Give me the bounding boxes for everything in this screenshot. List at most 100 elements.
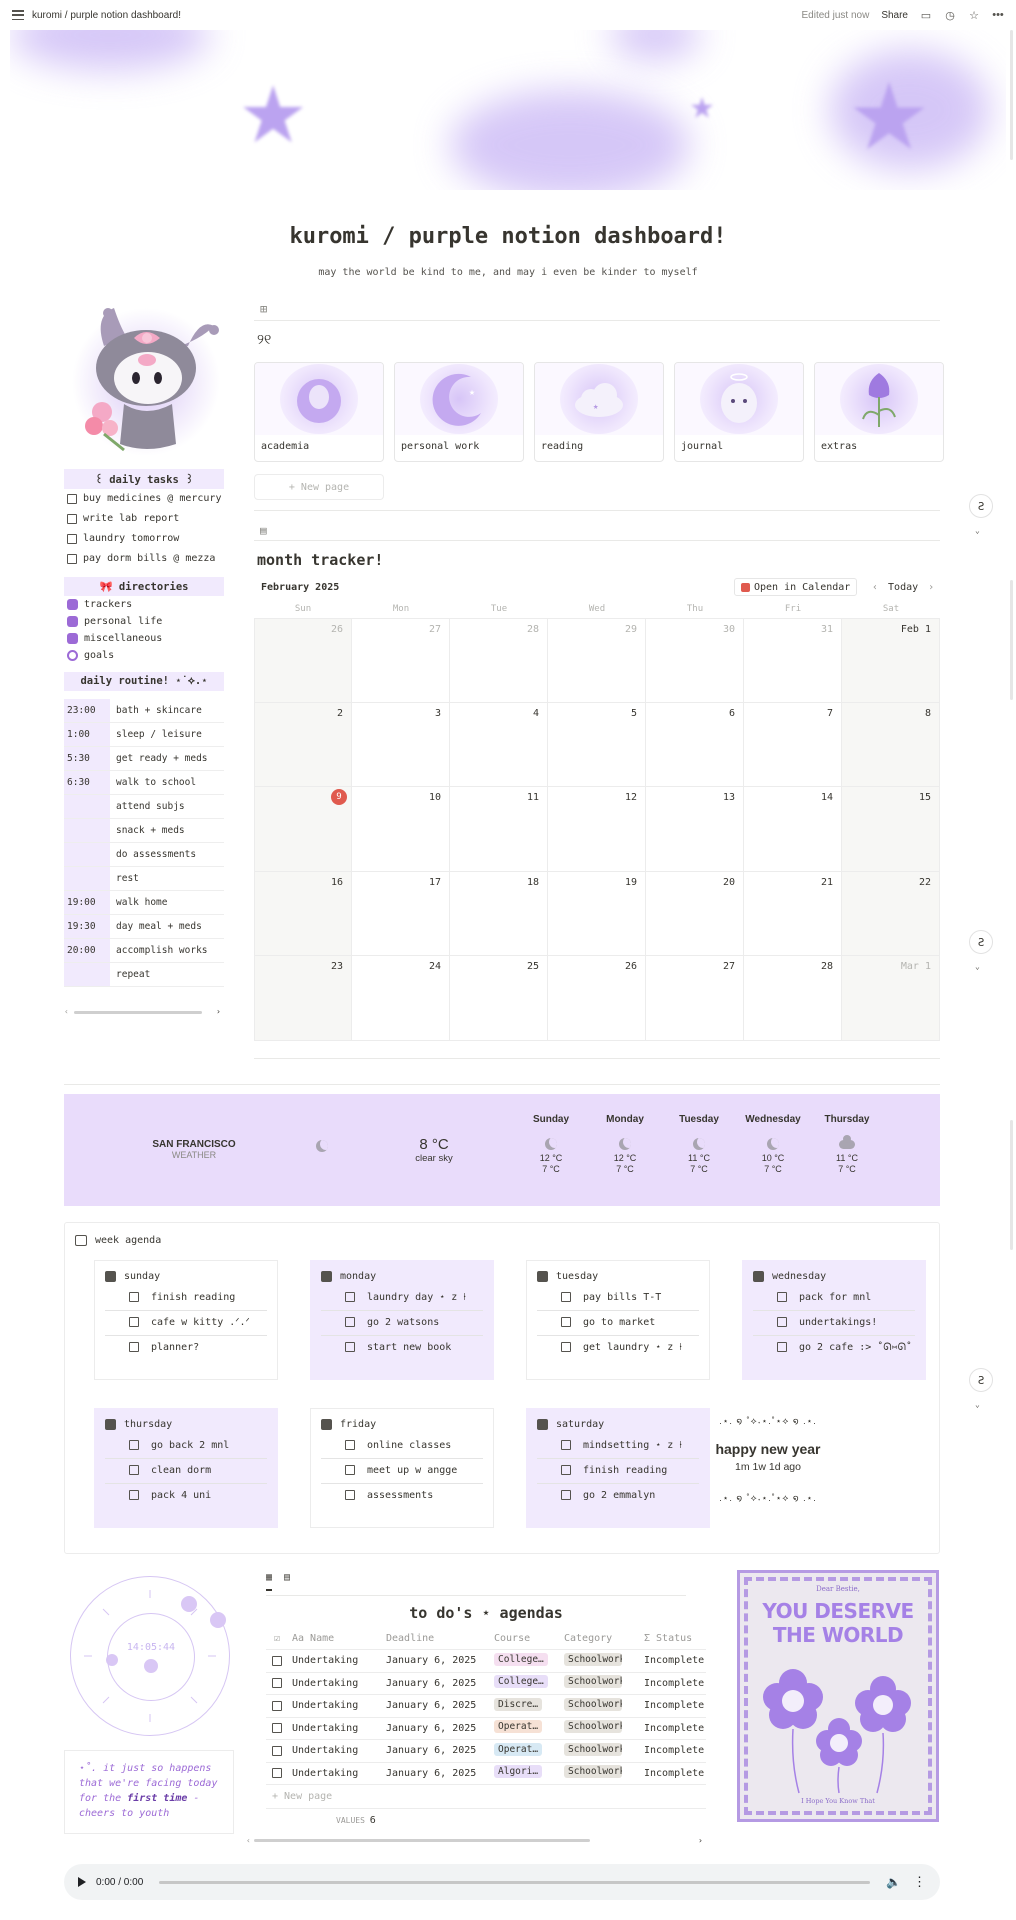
- more-icon[interactable]: •••: [992, 9, 1004, 21]
- horizontal-scrollbar[interactable]: ‹ ›: [64, 1007, 224, 1017]
- calendar-day[interactable]: 15: [842, 787, 940, 872]
- ai-assist-button[interactable]: Ƨ: [969, 494, 993, 518]
- menu-icon[interactable]: [12, 10, 24, 20]
- calendar-day[interactable]: 11: [450, 787, 548, 872]
- open-in-calendar-button[interactable]: Open in Calendar: [734, 578, 858, 596]
- calendar-day[interactable]: 12: [548, 787, 646, 872]
- calendar-day[interactable]: 31: [744, 618, 842, 703]
- calendar-day[interactable]: 17: [352, 871, 450, 957]
- calendar-day[interactable]: 3: [352, 702, 450, 788]
- prev-month-icon[interactable]: ‹: [872, 582, 878, 593]
- calendar-day[interactable]: 10: [352, 787, 450, 872]
- column-header[interactable]: Deadline: [382, 1633, 490, 1644]
- calendar-day[interactable]: 26: [548, 956, 646, 1041]
- agenda-checkbox[interactable]: [561, 1490, 571, 1500]
- column-header[interactable]: Aa Name: [288, 1633, 382, 1644]
- calendar-day[interactable]: Feb 1: [842, 618, 940, 703]
- calendar-day[interactable]: 14: [744, 787, 842, 872]
- calendar-view-icon[interactable]: ▤: [284, 1572, 290, 1591]
- gallery-card[interactable]: ★ reading: [534, 362, 664, 462]
- task-checkbox[interactable]: [67, 534, 77, 544]
- calendar-day[interactable]: 16: [254, 871, 352, 957]
- breadcrumb[interactable]: kuromi / purple notion dashboard!: [32, 10, 181, 21]
- agenda-checkbox[interactable]: [561, 1317, 571, 1327]
- agenda-checkbox[interactable]: [345, 1292, 355, 1302]
- task-checkbox[interactable]: [67, 514, 77, 524]
- ai-assist-button[interactable]: Ƨ: [969, 1368, 993, 1392]
- table-row[interactable]: Undertaking January 6, 2025 Discre… Schoolw…: [266, 1695, 706, 1718]
- calendar-day[interactable]: Mar 1: [842, 956, 940, 1041]
- calendar-view-icon[interactable]: ▤: [260, 524, 267, 537]
- directory-link[interactable]: miscellaneous: [64, 630, 224, 647]
- calendar-day[interactable]: 25: [450, 956, 548, 1041]
- calendar-day[interactable]: 22: [842, 871, 940, 957]
- agenda-checkbox[interactable]: [129, 1465, 139, 1475]
- calendar-day[interactable]: 28: [744, 956, 842, 1041]
- agenda-checkbox[interactable]: [345, 1490, 355, 1500]
- agenda-checkbox[interactable]: [561, 1342, 571, 1352]
- star-icon[interactable]: ☆: [968, 9, 980, 22]
- calendar-day[interactable]: 20: [646, 871, 744, 957]
- scrollbar[interactable]: [1010, 580, 1013, 700]
- table-row[interactable]: Undertaking January 6, 2025 College… School…: [266, 1650, 706, 1673]
- agenda-checkbox[interactable]: [345, 1317, 355, 1327]
- chevron-down-icon[interactable]: ⌄: [975, 962, 980, 971]
- row-checkbox[interactable]: [272, 1655, 282, 1666]
- volume-icon[interactable]: 🔈: [886, 1875, 901, 1889]
- agenda-checkbox[interactable]: [129, 1317, 139, 1327]
- today-button[interactable]: Today: [888, 582, 918, 593]
- calendar-day[interactable]: 13: [646, 787, 744, 872]
- share-button[interactable]: Share: [881, 10, 908, 21]
- agenda-checkbox[interactable]: [345, 1465, 355, 1475]
- agenda-checkbox[interactable]: [777, 1342, 787, 1352]
- agenda-checkbox[interactable]: [345, 1440, 355, 1450]
- directory-link[interactable]: personal life: [64, 613, 224, 630]
- directory-link[interactable]: goals: [64, 647, 224, 664]
- calendar-day[interactable]: 26: [254, 618, 352, 703]
- row-checkbox[interactable]: [272, 1700, 282, 1711]
- scrollbar[interactable]: [1010, 1120, 1013, 1250]
- table-row[interactable]: Undertaking January 6, 2025 Operat… Schoolw…: [266, 1740, 706, 1763]
- history-icon[interactable]: ◷: [944, 9, 956, 22]
- calendar-day[interactable]: 29: [548, 618, 646, 703]
- calendar-day[interactable]: 24: [352, 956, 450, 1041]
- agenda-checkbox[interactable]: [345, 1342, 355, 1352]
- gallery-icon[interactable]: ⊞: [260, 302, 267, 316]
- agenda-checkbox[interactable]: [561, 1440, 571, 1450]
- gallery-new-page-button[interactable]: + New page: [254, 474, 384, 500]
- row-checkbox[interactable]: [272, 1745, 282, 1756]
- select-all-icon[interactable]: ☑: [266, 1633, 288, 1644]
- directory-link[interactable]: trackers: [64, 596, 224, 613]
- table-view-icon[interactable]: ▦: [266, 1572, 273, 1591]
- agenda-checkbox[interactable]: [777, 1292, 787, 1302]
- task-checkbox[interactable]: [67, 554, 77, 564]
- calendar-day[interactable]: 18: [450, 871, 548, 957]
- agenda-checkbox[interactable]: [561, 1465, 571, 1475]
- task-checkbox[interactable]: [67, 494, 77, 504]
- table-new-page-button[interactable]: + New page: [266, 1785, 706, 1809]
- table-row[interactable]: Undertaking January 6, 2025 Operat… Schoolw…: [266, 1718, 706, 1740]
- gallery-card[interactable]: ★ personal work: [394, 362, 524, 462]
- ai-assist-button[interactable]: Ƨ: [969, 930, 993, 954]
- calendar-day[interactable]: 4: [450, 702, 548, 788]
- calendar-day[interactable]: 27: [352, 618, 450, 703]
- play-icon[interactable]: [78, 1877, 86, 1887]
- table-row[interactable]: Undertaking January 6, 2025 Algori… Schoolw…: [266, 1763, 706, 1785]
- calendar-day[interactable]: 27: [646, 956, 744, 1041]
- calendar-day[interactable]: 7: [744, 702, 842, 788]
- row-checkbox[interactable]: [272, 1678, 282, 1689]
- scrollbar[interactable]: [1010, 30, 1013, 160]
- row-checkbox[interactable]: [272, 1723, 282, 1734]
- chevron-down-icon[interactable]: ⌄: [975, 1400, 980, 1409]
- agenda-checkbox[interactable]: [561, 1292, 571, 1302]
- chevron-down-icon[interactable]: ⌄: [975, 526, 980, 535]
- gallery-card[interactable]: academia: [254, 362, 384, 462]
- column-header[interactable]: Course: [490, 1633, 560, 1644]
- calendar-day[interactable]: 2: [254, 702, 352, 788]
- row-checkbox[interactable]: [272, 1768, 282, 1779]
- calendar-day[interactable]: 23: [254, 956, 352, 1041]
- calendar-day[interactable]: 28: [450, 618, 548, 703]
- comment-icon[interactable]: ▭: [920, 9, 932, 22]
- calendar-day[interactable]: 21: [744, 871, 842, 957]
- audio-progress-track[interactable]: [159, 1880, 871, 1884]
